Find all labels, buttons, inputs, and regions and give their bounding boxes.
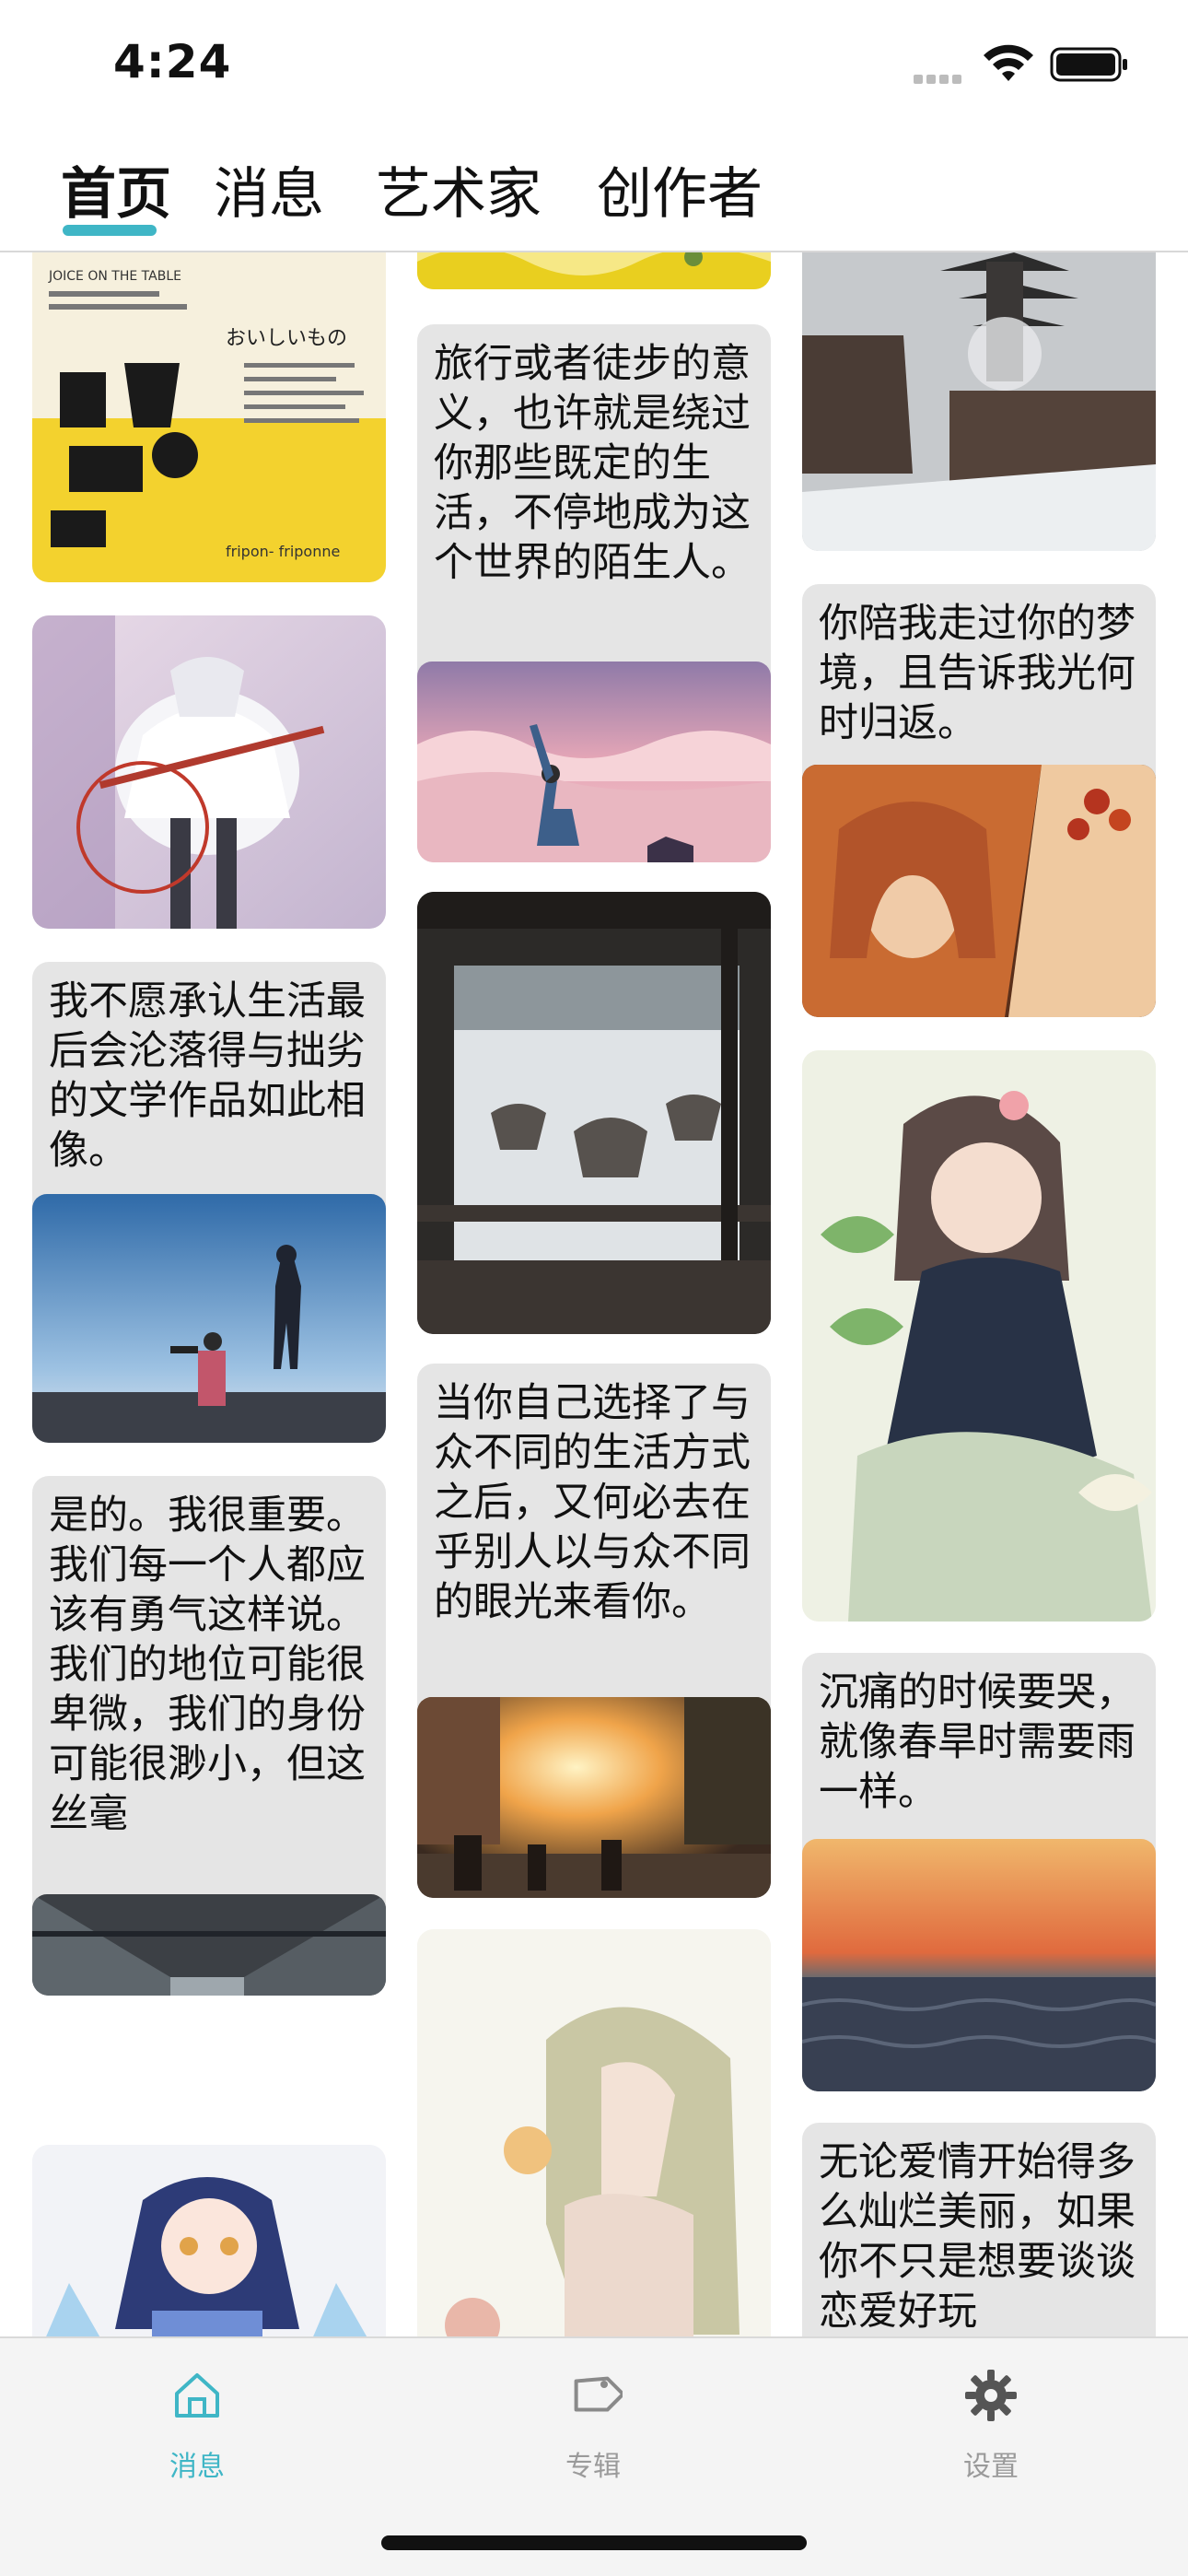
rooftop-photo — [32, 1194, 386, 1443]
top-tab-bar: 首页 消息 艺术家 创作者 — [0, 129, 1188, 252]
feed-card[interactable] — [802, 1050, 1156, 1622]
card-text: 你陪我走过你的梦境，且告诉我光何时归返。 — [819, 601, 1136, 746]
anime-girl-leaves-illustration — [802, 1050, 1156, 1622]
feed-card[interactable] — [32, 2145, 386, 2336]
poster-subtitle: JOICE ON THE TABLE — [48, 269, 181, 284]
watercolor-girl-illustration — [417, 1929, 771, 2336]
card-text: 无论爱情开始得多么灿烂美丽，如果你不只是想要谈谈恋爱好玩 — [819, 2139, 1136, 2335]
street-sunset-photo — [417, 1697, 771, 1898]
poster-brand: fripon- friponne — [226, 543, 340, 560]
anime-illustration — [32, 2145, 386, 2336]
card-text: 是的。我很重要。我们每一个人都应该有勇气这样说。我们的地位可能很卑微，我们的身份… — [49, 1493, 366, 1837]
feed-card[interactable] — [802, 252, 1156, 551]
feed-card[interactable]: 我不愿承认生活最后会沦落得与拙劣的文学作品如此相像。 — [32, 962, 386, 1443]
feed-card[interactable]: 无论爱情开始得多么灿烂美丽，如果你不只是想要谈谈恋爱好玩 — [802, 2123, 1156, 2336]
yellow-illustration — [417, 252, 771, 289]
card-text: 我不愿承认生活最后会沦落得与拙劣的文学作品如此相像。 — [49, 978, 366, 1174]
waterfall-feed[interactable]: JOICE ON THE TABLE おいしいもの fripon- fripon… — [0, 252, 1188, 2336]
home-indicator[interactable] — [381, 2535, 807, 2550]
feed-card[interactable]: 当你自己选择了与众不同的生活方式之后，又何必去在乎别人以与众不同的眼光来看你。 — [417, 1364, 771, 1898]
sea-of-clouds-photo — [417, 662, 771, 862]
tab-messages[interactable]: 消息 — [214, 149, 324, 229]
battery-icon — [1050, 47, 1127, 82]
kyoto-snow-photo — [802, 252, 1156, 551]
feed-card[interactable] — [417, 1929, 771, 2336]
feed-card[interactable] — [417, 892, 771, 1334]
bottom-tab-settings[interactable]: 设置 — [899, 2366, 1083, 2484]
feed-card[interactable]: JOICE ON THE TABLE おいしいもの fripon- fripon… — [32, 252, 386, 582]
anime-illustration — [32, 615, 386, 929]
tag-icon — [574, 2376, 623, 2412]
gear-icon — [965, 2370, 1017, 2421]
tab-artists[interactable]: 艺术家 — [376, 149, 542, 229]
feed-card[interactable] — [32, 615, 386, 929]
card-text: 当你自己选择了与众不同的生活方式之后，又何必去在乎别人以与众不同的眼光来看你。 — [434, 1380, 751, 1625]
tab-home[interactable]: 首页 — [61, 149, 171, 229]
feed-card[interactable]: 你陪我走过你的梦境，且告诉我光何时归返。 — [802, 584, 1156, 1017]
poster-image: JOICE ON THE TABLE おいしいもの fripon- fripon… — [32, 252, 386, 582]
painting-photo — [802, 765, 1156, 1017]
card-text: 旅行或者徒步的意义，也许就是绕过你那些既定的生活，不停地成为这个世界的陌生人。 — [434, 341, 751, 586]
bottom-tab-label: 专辑 — [565, 2451, 621, 2483]
feed-card[interactable] — [417, 252, 771, 289]
bottom-tab-label: 设置 — [963, 2451, 1019, 2483]
bottom-tab-messages[interactable]: 消息 — [105, 2366, 289, 2484]
status-bar: 4:24 — [0, 0, 1188, 129]
bottom-tab-label: 消息 — [169, 2451, 225, 2483]
ocean-sunset-photo — [802, 1839, 1156, 2091]
tab-creators[interactable]: 创作者 — [597, 149, 763, 229]
feed-card[interactable]: 是的。我很重要。我们每一个人都应该有勇气这样说。我们的地位可能很卑微，我们的身份… — [32, 1476, 386, 1996]
snow-temple-photo — [417, 892, 771, 1334]
card-text: 沉痛的时候要哭，就像春旱时需要雨一样。 — [819, 1669, 1136, 1815]
wifi-icon — [984, 44, 1033, 81]
home-icon — [175, 2373, 219, 2418]
feed-card[interactable]: 沉痛的时候要哭，就像春旱时需要雨一样。 — [802, 1653, 1156, 2091]
cellular-signal-icon — [914, 70, 969, 84]
bottom-tab-albums[interactable]: 专辑 — [501, 2366, 685, 2484]
feed-card[interactable]: 旅行或者徒步的意义，也许就是绕过你那些既定的生活，不停地成为这个世界的陌生人。 — [417, 324, 771, 862]
app-screen: 4:24 首页 消息 艺术家 创作者 JOICE ON THE TABLE おい… — [0, 0, 1188, 2576]
status-time: 4:24 — [113, 35, 232, 88]
active-tab-indicator — [63, 225, 157, 236]
poster-title: おいしいもの — [226, 327, 347, 350]
subway-photo — [32, 1894, 386, 1996]
